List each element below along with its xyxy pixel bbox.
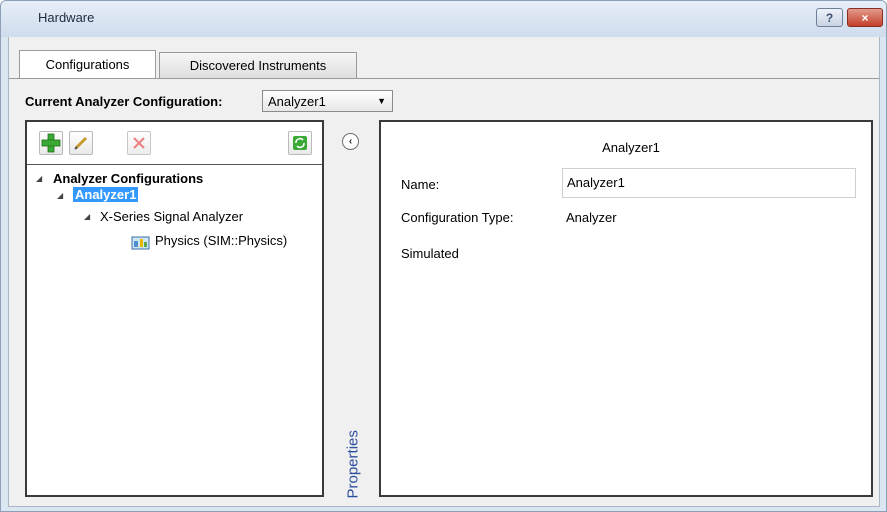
current-config-value: Analyzer1	[268, 94, 326, 109]
tree-node-physics[interactable]: Physics (SIM::Physics)	[155, 233, 287, 248]
properties-label: Properties	[344, 430, 362, 499]
properties-panel: Analyzer1 Name: Analyzer1 Configuration …	[379, 120, 873, 497]
help-button[interactable]: ?	[816, 8, 843, 27]
hardware-window: Hardware ? × Configurations Discovered I…	[0, 0, 887, 512]
delete-button[interactable]	[127, 131, 151, 155]
pencil-icon	[74, 136, 88, 150]
tree-node-analyzer[interactable]: Analyzer1	[73, 187, 139, 202]
config-type-value: Analyzer	[566, 210, 617, 225]
tab-discovered-instruments[interactable]: Discovered Instruments	[159, 52, 357, 78]
delete-icon	[133, 137, 145, 149]
simulated-label: Simulated	[401, 246, 459, 261]
add-button[interactable]	[39, 131, 63, 155]
title-bar: Hardware ? ×	[1, 1, 886, 37]
dropdown-arrow-icon: ▼	[377, 96, 386, 106]
tree-node-root[interactable]: Analyzer Configurations	[53, 171, 203, 186]
refresh-icon	[293, 136, 307, 150]
expand-triangle-icon[interactable]: ◢	[36, 174, 42, 183]
properties-side-tab[interactable]: Properties	[335, 420, 365, 500]
expand-triangle-icon[interactable]: ◢	[84, 212, 90, 221]
properties-title: Analyzer1	[602, 140, 660, 155]
window-title: Hardware	[38, 10, 95, 25]
plus-icon	[41, 133, 61, 153]
tab-divider	[9, 78, 879, 79]
physics-icon	[131, 235, 151, 254]
configurations-tree-panel: ◢ Analyzer Configurations ◢ Analyzer1 ◢ …	[25, 120, 324, 497]
name-field[interactable]: Analyzer1	[562, 168, 856, 198]
close-button[interactable]: ×	[847, 8, 883, 27]
current-config-label: Current Analyzer Configuration:	[25, 94, 223, 109]
refresh-button[interactable]	[288, 131, 312, 155]
collapse-properties-button[interactable]: ‹	[342, 133, 359, 150]
tree-node-instrument[interactable]: X-Series Signal Analyzer	[100, 209, 243, 224]
properties-collapse-strip: ‹ Properties	[333, 120, 373, 500]
dialog-content: Configurations Discovered Instruments Cu…	[8, 37, 880, 507]
name-label: Name:	[401, 177, 440, 192]
expand-triangle-icon[interactable]: ◢	[57, 191, 63, 200]
config-type-label: Configuration Type:	[401, 210, 514, 225]
tree-toolbar	[27, 122, 322, 165]
current-config-select[interactable]: Analyzer1 ▼	[262, 90, 393, 112]
edit-button[interactable]	[69, 131, 93, 155]
tab-configurations[interactable]: Configurations	[19, 50, 156, 78]
